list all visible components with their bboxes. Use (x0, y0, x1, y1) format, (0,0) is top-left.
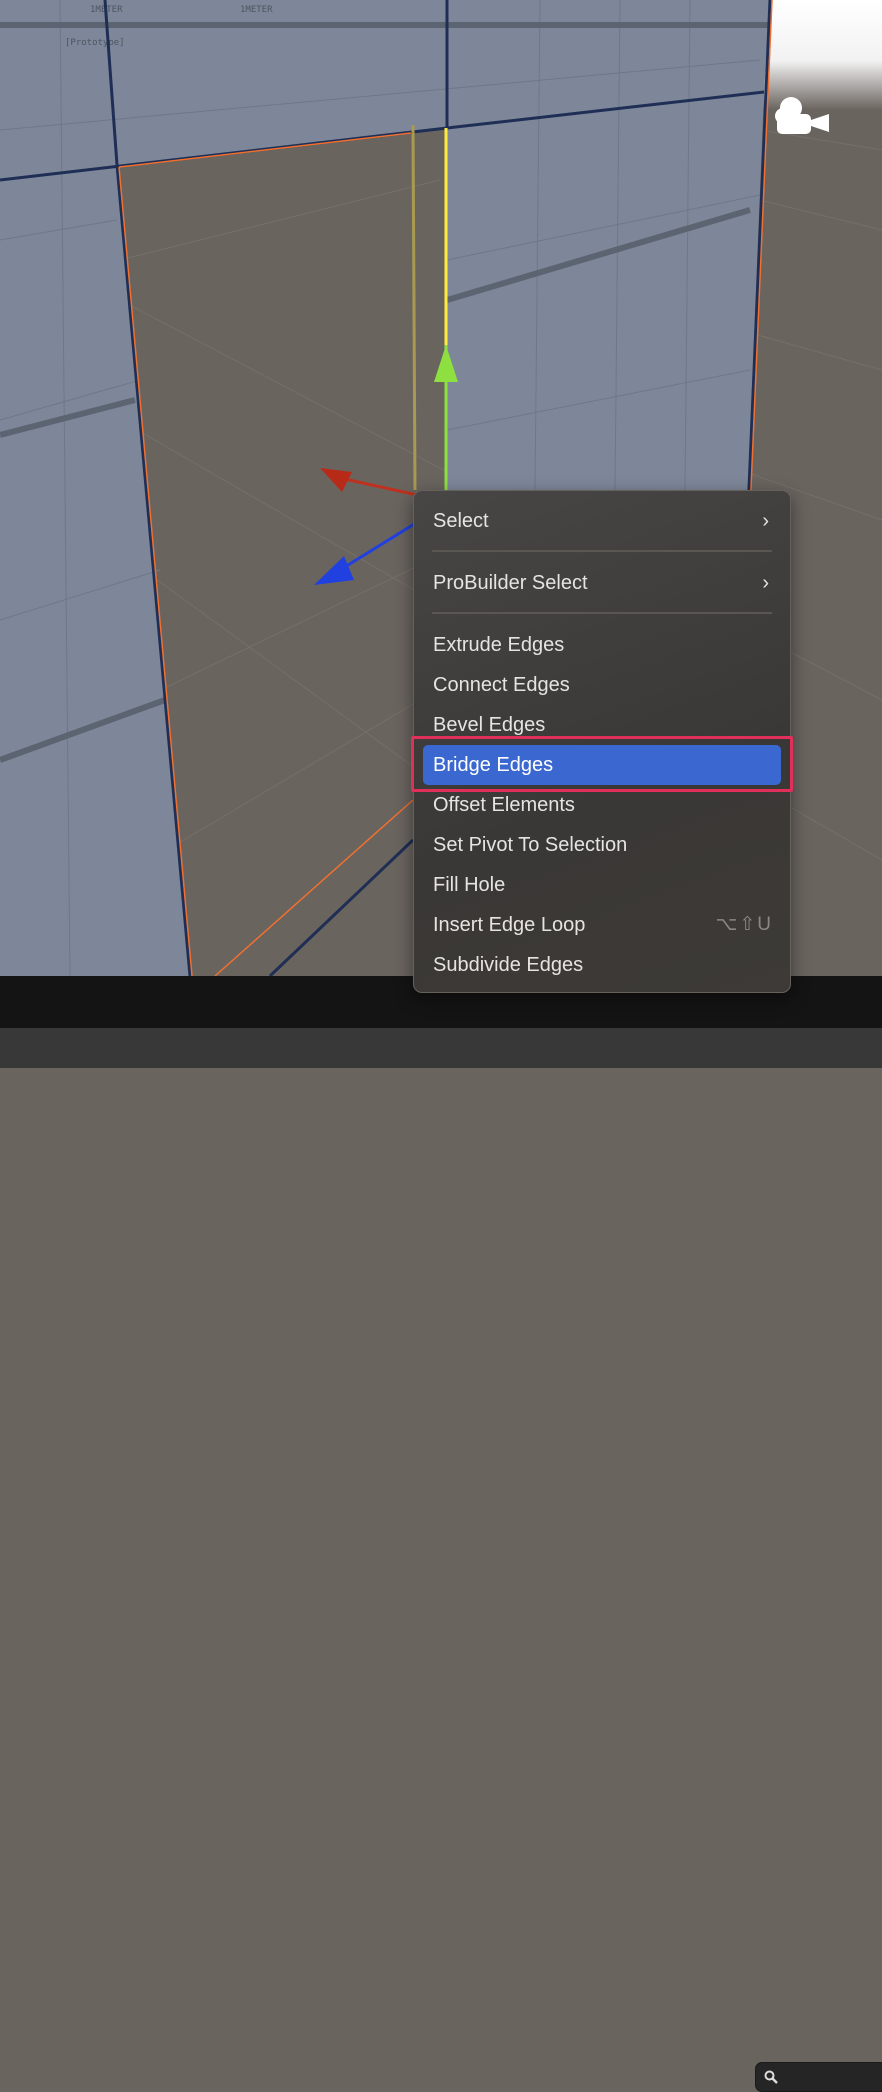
menu-item-select[interactable]: Select › (423, 501, 781, 541)
highlight-outline (411, 736, 793, 792)
menu-item-set-pivot-to-selection[interactable]: Set Pivot To Selection (423, 825, 781, 865)
menu-item-label: Insert Edge Loop (433, 914, 586, 936)
texture-label: 1METER (240, 5, 273, 15)
left-wall-face (0, 165, 190, 976)
menu-item-fill-hole[interactable]: Fill Hole (423, 865, 781, 905)
menu-separator (432, 612, 772, 614)
status-bar (0, 1028, 882, 2092)
z-axis-arrow-icon[interactable] (314, 556, 354, 585)
texture-label: [Prototype] (65, 38, 125, 48)
menu-item-label: ProBuilder Select (433, 572, 588, 594)
menu-item-subdivide-edges[interactable]: Subdivide Edges (423, 945, 781, 985)
menu-separator (432, 550, 772, 552)
shortcut-label: ⌥⇧U (715, 914, 773, 935)
sky (760, 0, 882, 110)
search-icon (764, 2070, 778, 2084)
chevron-right-icon: › (762, 572, 769, 594)
menu-item-label: Select (433, 510, 489, 532)
search-input[interactable] (755, 2062, 882, 2092)
menu-item-insert-edge-loop[interactable]: Insert Edge Loop ⌥⇧U (423, 905, 781, 945)
selected-edge-olive (411, 124, 417, 491)
menu-item-extrude-edges[interactable]: Extrude Edges (423, 625, 781, 665)
chevron-right-icon: › (762, 510, 769, 532)
menu-item-probuilder-select[interactable]: ProBuilder Select › (423, 563, 781, 603)
menu-item-connect-edges[interactable]: Connect Edges (423, 665, 781, 705)
x-axis-arrow-icon[interactable] (320, 468, 352, 492)
